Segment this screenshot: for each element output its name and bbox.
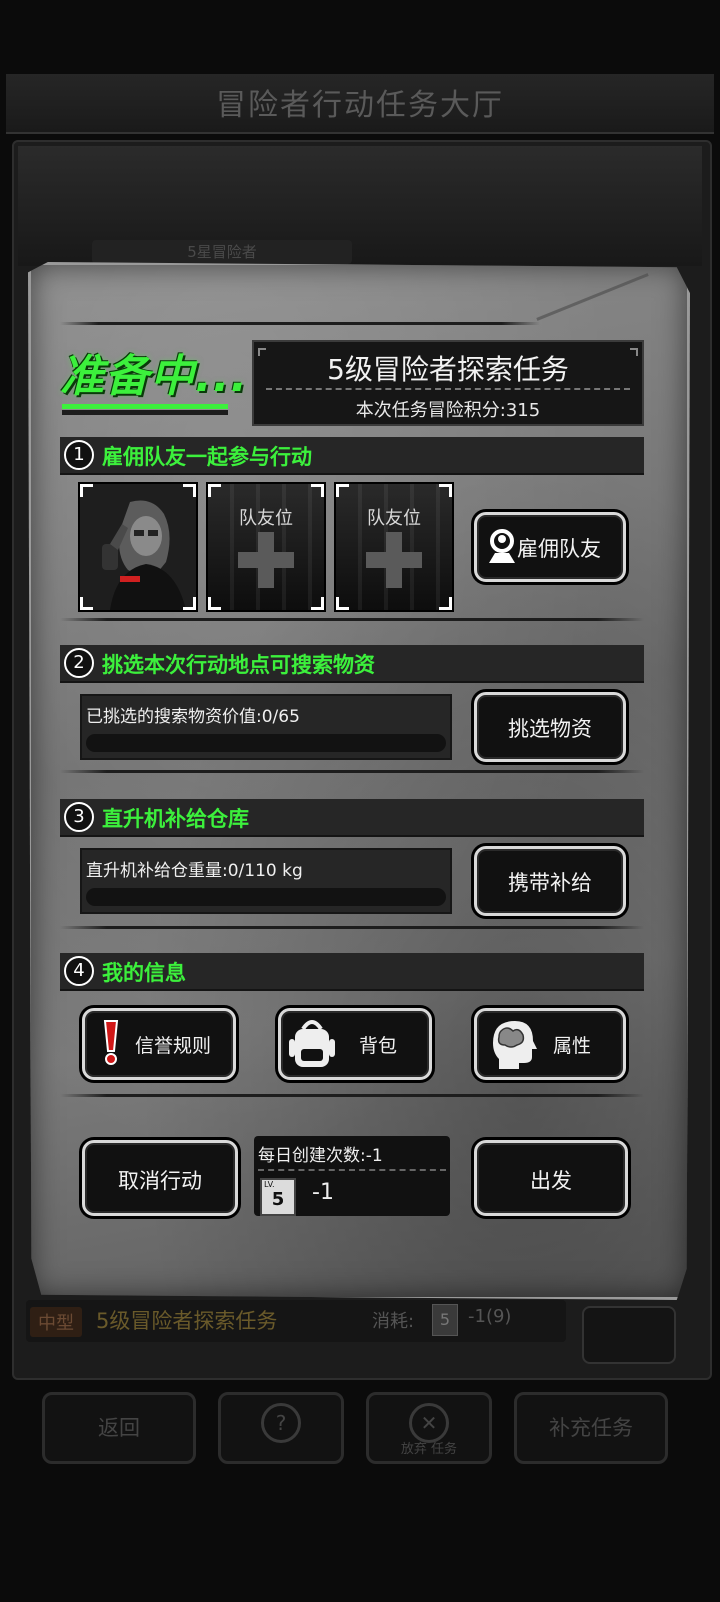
teammate-slot-label: 队友位 bbox=[239, 508, 293, 529]
divider bbox=[60, 926, 644, 929]
section-title: 雇佣队友一起参与行动 bbox=[102, 445, 312, 469]
hire-button-label: 雇佣队友 bbox=[517, 537, 601, 561]
depart-button[interactable]: 出发 bbox=[474, 1140, 628, 1216]
reputation-rules-label: 信誉规则 bbox=[135, 1035, 212, 1057]
carry-supplies-label: 携带补给 bbox=[508, 871, 592, 895]
section-number: 1 bbox=[64, 440, 94, 470]
teammate-slot-label: 队友位 bbox=[367, 508, 421, 529]
section-number: 4 bbox=[64, 956, 94, 986]
player-portrait-icon bbox=[80, 484, 196, 610]
section-title: 我的信息 bbox=[102, 961, 186, 985]
question-map-icon: ? bbox=[261, 1403, 301, 1443]
supplies-value-panel: 已挑选的搜索物资价值:0/65 bbox=[80, 694, 452, 760]
ticket-lv-text: LV. bbox=[264, 1180, 275, 1189]
brain-head-icon bbox=[493, 1021, 537, 1069]
cancel-action-button[interactable]: 取消行动 bbox=[82, 1140, 238, 1216]
section-hire-header: 1 雇佣队友一起参与行动 bbox=[60, 437, 644, 475]
task-divider bbox=[266, 388, 630, 390]
status-label: 准备中... bbox=[60, 351, 249, 402]
supplies-value-text: 已挑选的搜索物资价值:0/65 bbox=[86, 707, 300, 727]
task-title-box: 5级冒险者探索任务 本次任务冒险积分:315 bbox=[252, 340, 644, 426]
section-info-header: 4 我的信息 bbox=[60, 953, 644, 991]
section-title: 直升机补给仓库 bbox=[102, 807, 249, 831]
divider bbox=[60, 322, 540, 325]
cancel-action-label: 取消行动 bbox=[118, 1169, 202, 1193]
section-title: 挑选本次行动地点可搜索物资 bbox=[102, 653, 375, 677]
section-number: 3 bbox=[64, 802, 94, 832]
background-task-name: 5级冒险者探索任务 bbox=[96, 1309, 278, 1333]
background-back-label: 返回 bbox=[98, 1416, 140, 1440]
background-supplement-button: 补充任务 bbox=[514, 1392, 668, 1464]
hire-search-icon bbox=[489, 529, 515, 563]
background-task-tag: 中型 bbox=[30, 1307, 82, 1337]
depart-label: 出发 bbox=[530, 1169, 572, 1193]
daily-create-box: 每日创建次数:-1 LV. 5 -1 bbox=[254, 1136, 450, 1216]
background-ticket-icon: 5 bbox=[432, 1304, 458, 1336]
supplies-progress-bar bbox=[86, 734, 446, 752]
section-supplies-header: 2 挑选本次行动地点可搜索物资 bbox=[60, 645, 644, 683]
task-title: 5级冒险者探索任务 bbox=[327, 353, 569, 386]
background-abandon-label: 放弃 任务 bbox=[400, 1442, 458, 1457]
backpack-button[interactable]: 背包 bbox=[278, 1008, 432, 1080]
daily-divider bbox=[258, 1169, 446, 1171]
background-consume-label: 消耗: bbox=[372, 1311, 415, 1332]
task-score: 本次任务冒险积分:315 bbox=[355, 400, 541, 421]
background-consume-value: -1(9) bbox=[468, 1306, 512, 1327]
section-number: 2 bbox=[64, 648, 94, 678]
exclamation-icon bbox=[103, 1020, 119, 1065]
background-help-button: ? bbox=[218, 1392, 344, 1464]
backpack-icon bbox=[289, 1020, 335, 1067]
backpack-label: 背包 bbox=[359, 1035, 398, 1057]
attributes-label: 属性 bbox=[553, 1035, 592, 1057]
hire-teammate-button[interactable]: 雇佣队友 bbox=[474, 512, 626, 582]
level-ticket-icon: LV. 5 bbox=[260, 1178, 296, 1216]
teammate-slot-player[interactable] bbox=[78, 482, 198, 612]
attributes-button[interactable]: 属性 bbox=[474, 1008, 626, 1080]
background-side-button bbox=[582, 1306, 676, 1364]
status-underline bbox=[62, 404, 228, 409]
depot-weight-text: 直升机补给仓重量:0/110 kg bbox=[86, 861, 303, 881]
ticket-level: 5 bbox=[271, 1189, 285, 1210]
select-supplies-button[interactable]: 挑选物资 bbox=[474, 692, 626, 762]
divider bbox=[60, 770, 644, 773]
carry-supplies-button[interactable]: 携带补给 bbox=[474, 846, 626, 916]
ticket-cost: -1 bbox=[312, 1180, 334, 1205]
depot-weight-panel: 直升机补给仓重量:0/110 kg bbox=[80, 848, 452, 914]
background-back-button: 返回 bbox=[42, 1392, 196, 1464]
reputation-rules-button[interactable]: 信誉规则 bbox=[82, 1008, 236, 1080]
divider bbox=[60, 1094, 644, 1097]
select-supplies-label: 挑选物资 bbox=[508, 717, 592, 741]
teammate-slot-empty[interactable]: 队友位 bbox=[206, 482, 326, 612]
background-supplement-label: 补充任务 bbox=[549, 1416, 633, 1440]
divider bbox=[60, 618, 644, 621]
background-title: 冒险者行动任务大厅 bbox=[216, 88, 504, 123]
section-depot-header: 3 直升机补给仓库 bbox=[60, 799, 644, 837]
background-star-label: 5星冒险者 bbox=[92, 240, 352, 264]
daily-create-count: 每日创建次数:-1 bbox=[258, 1146, 383, 1166]
close-circle-icon: ✕ bbox=[409, 1403, 449, 1443]
background-abandon-button: ✕ 放弃 任务 bbox=[366, 1392, 492, 1464]
depot-progress-bar bbox=[86, 888, 446, 906]
teammate-slot-empty[interactable]: 队友位 bbox=[334, 482, 454, 612]
